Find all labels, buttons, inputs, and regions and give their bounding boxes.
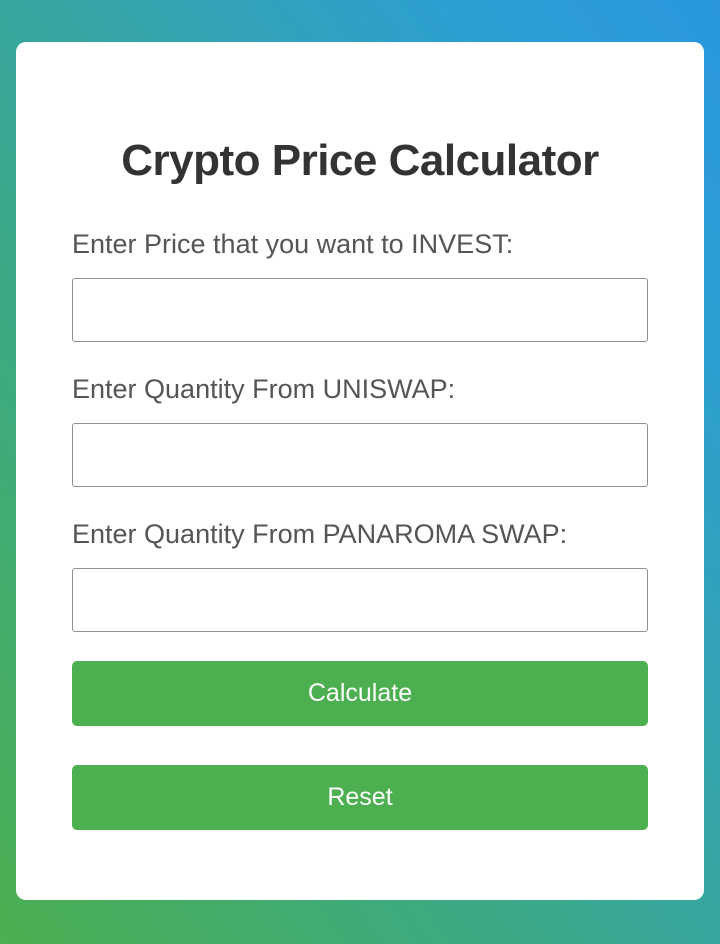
page-title: Crypto Price Calculator: [121, 136, 599, 185]
reset-button[interactable]: Reset: [72, 765, 648, 830]
uniswap-quantity-label: Enter Quantity From UNISWAP:: [72, 374, 456, 404]
panaroma-quantity-input[interactable]: [72, 568, 648, 632]
panaroma-quantity-label: Enter Quantity From PANAROMA SWAP:: [72, 519, 568, 549]
calculate-button[interactable]: Calculate: [72, 661, 648, 726]
invest-price-label: Enter Price that you want to INVEST:: [72, 229, 514, 259]
uniswap-quantity-input[interactable]: [72, 423, 648, 487]
calculator-card: Crypto Price Calculator Enter Price that…: [16, 42, 704, 900]
invest-price-input[interactable]: [72, 278, 648, 342]
